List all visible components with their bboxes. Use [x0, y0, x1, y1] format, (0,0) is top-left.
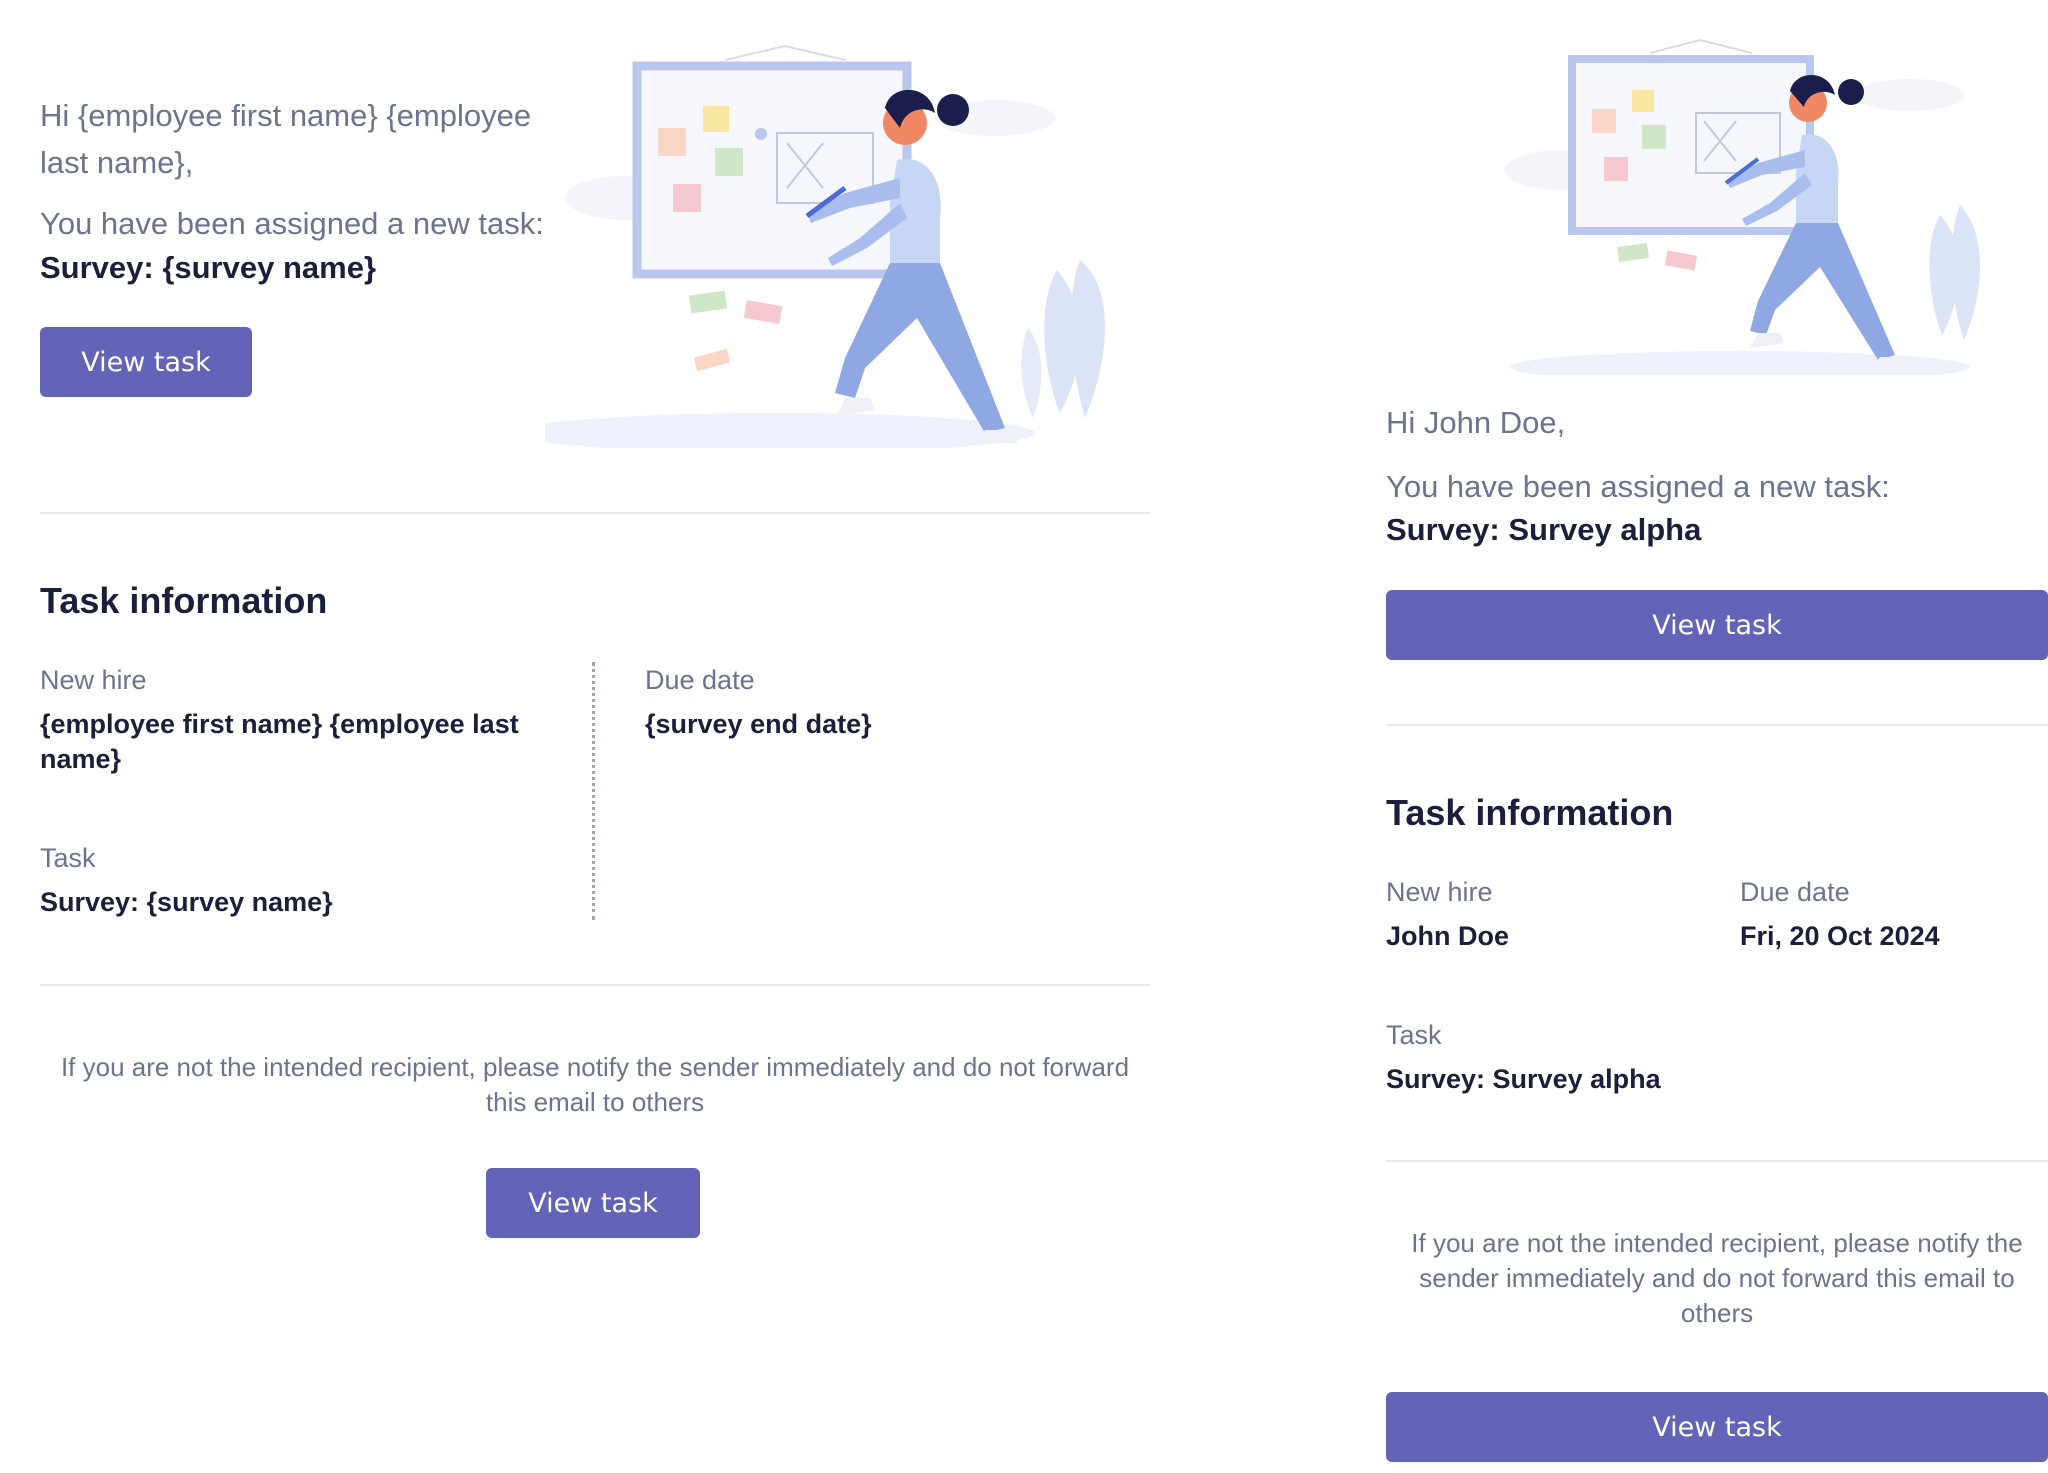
due-date-label: Due date: [1740, 877, 1850, 907]
new-hire-label: New hire: [1386, 877, 1493, 907]
task-label: Task: [40, 843, 96, 873]
task-label: Task: [1386, 1020, 1442, 1050]
new-hire-value: John Doe: [1386, 921, 1510, 951]
whiteboard-person-illustration-icon: [1505, 38, 1980, 375]
whiteboard-person-illustration-icon: [545, 44, 1105, 448]
footer-note: If you are not the intended recipient, p…: [1411, 1228, 2023, 1328]
section-title: Task information: [40, 580, 328, 621]
greeting-text: Hi John Doe,: [1386, 405, 1566, 440]
divider-top: [1386, 724, 2048, 726]
new-hire-label: New hire: [40, 665, 147, 695]
assigned-text: You have been assigned a new task:: [1386, 469, 1890, 504]
survey-name-text: Survey: Survey alpha: [1386, 512, 1702, 547]
divider-bottom: [40, 984, 1150, 986]
task-value: Survey: Survey alpha: [1386, 1064, 1661, 1094]
view-task-button[interactable]: View task: [1386, 590, 2048, 660]
divider-bottom: [1386, 1160, 2048, 1162]
due-date-value: Fri, 20 Oct 2024: [1740, 921, 1940, 951]
due-date-value: {survey end date}: [645, 709, 872, 739]
footer-view-task-button[interactable]: View task: [1386, 1392, 2048, 1462]
survey-name-text: Survey: {survey name}: [40, 250, 377, 285]
task-value: Survey: {survey name}: [40, 887, 333, 917]
footer-view-task-button[interactable]: View task: [486, 1168, 700, 1238]
greeting-text: Hi {employee first name} {employee last …: [40, 98, 532, 180]
due-date-label: Due date: [645, 665, 755, 695]
column-divider: [592, 662, 595, 920]
divider-top: [40, 512, 1150, 514]
new-hire-value: {employee first name} {employee last nam…: [40, 709, 519, 774]
view-task-button[interactable]: View task: [40, 327, 252, 397]
footer-note: If you are not the intended recipient, p…: [60, 1052, 1130, 1117]
section-title: Task information: [1386, 792, 1674, 833]
assigned-text: You have been assigned a new task:: [40, 206, 544, 241]
